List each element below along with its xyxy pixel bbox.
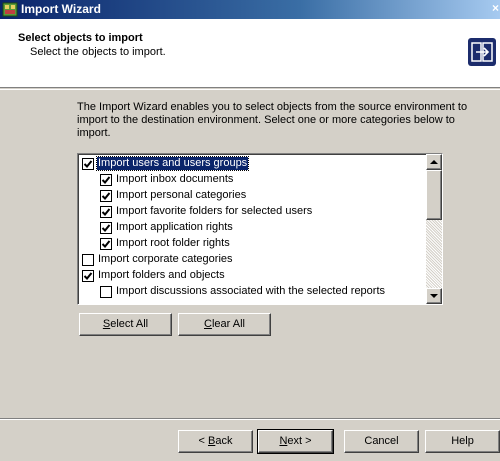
description-text: The Import Wizard enables you to select … [77,101,468,139]
item-label: Import discussions associated with the s… [116,285,386,297]
item-checkbox[interactable] [100,238,112,250]
header-divider [0,89,500,90]
wizard-header: Select objects to import Select the obje… [0,19,500,88]
page-subtitle: Select the objects to import. [30,46,166,58]
checkmark-icon [101,176,111,184]
import-options-list[interactable]: Import users and users groups Import inbo… [77,153,443,305]
item-checkbox[interactable] [82,158,94,170]
checkmark-icon [101,208,111,216]
item-label: Import folders and objects [98,269,225,281]
scroll-up-button[interactable] [426,154,442,170]
import-wizard-app-icon [2,2,18,17]
item-checkbox[interactable] [100,286,112,298]
scroll-down-button[interactable] [426,288,442,304]
footer-divider-highlight [0,419,500,420]
import-wizard-icon [468,38,496,66]
item-label: Import application folders and objects [115,301,299,302]
item-checkbox[interactable] [82,270,94,282]
select-all-button[interactable]: Select All [79,313,172,336]
close-icon[interactable]: × [492,1,500,17]
item-label: Import application rights [116,221,233,233]
item-checkbox[interactable] [100,222,112,234]
list-items-container: Import users and users groups Import inbo… [80,156,424,302]
checkmark-icon [83,272,93,280]
item-checkbox[interactable] [100,174,112,186]
item-label: Import favorite folders for selected use… [116,205,313,217]
checkmark-icon [101,224,111,232]
help-button[interactable]: Help [425,430,500,453]
clear-all-button[interactable]: Clear All [178,313,271,336]
item-checkbox[interactable] [100,190,112,202]
item-label: Import users and users groups [95,156,250,171]
page-title: Select objects to import [18,32,143,44]
item-label: Import root folder rights [116,237,230,249]
next-button[interactable]: Next > [257,429,334,454]
back-button[interactable]: < Back [178,430,253,453]
arrow-down-icon [430,294,438,298]
item-checkbox[interactable] [100,206,112,218]
title-bar[interactable]: Import Wizard × [0,0,500,19]
item-label: Import personal categories [116,189,247,201]
item-label: Import corporate categories [98,253,233,265]
window-title: Import Wizard [21,2,101,16]
scroll-thumb[interactable] [426,170,442,220]
arrow-up-icon [430,160,438,164]
vertical-scrollbar[interactable] [426,154,442,304]
checkmark-icon [101,192,111,200]
checkmark-icon [83,160,93,168]
checkmark-icon [101,240,111,248]
item-label: Import inbox documents [116,173,234,185]
item-checkbox[interactable] [82,254,94,266]
cancel-button[interactable]: Cancel [344,430,419,453]
